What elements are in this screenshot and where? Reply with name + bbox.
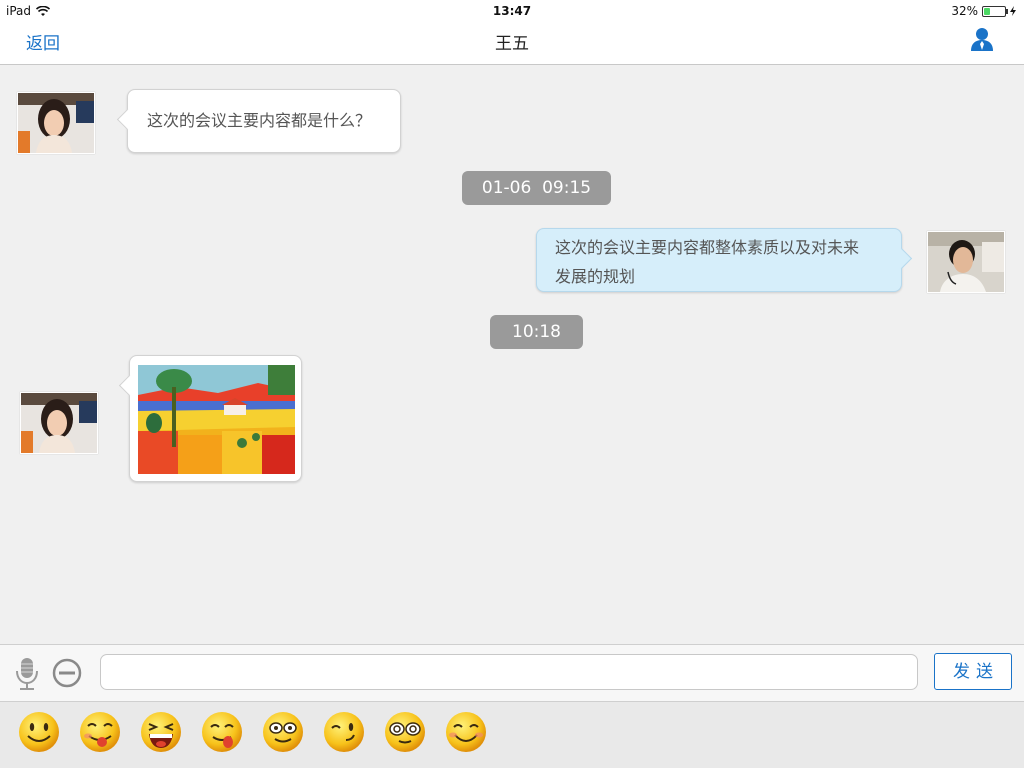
minus-circle-icon[interactable] [52, 658, 82, 688]
yum-emoji-icon[interactable] [200, 710, 244, 754]
timestamp-badge: 10:18 [490, 315, 583, 349]
tongue-emoji-icon[interactable] [78, 710, 122, 754]
message-bubble-received[interactable]: 这次的会议主要内容都是什么？ [127, 89, 401, 153]
my-avatar[interactable] [927, 231, 1005, 293]
person-icon[interactable] [968, 25, 996, 53]
timestamp-badge: 01-06 09:15 [462, 171, 611, 205]
woman-photo-icon [21, 393, 97, 453]
laughing-emoji-icon[interactable] [139, 710, 183, 754]
microphone-icon[interactable] [14, 657, 40, 691]
nav-bar: 返回 王五 [0, 22, 1024, 65]
message-text-line-2: 发展的规划 [555, 267, 636, 286]
charging-icon [1010, 6, 1016, 16]
wink-emoji-icon[interactable] [322, 710, 366, 754]
status-bar: iPad 13:47 32% [0, 0, 1024, 22]
woman-photo-icon [18, 93, 94, 153]
surprised-emoji-icon[interactable] [261, 710, 305, 754]
smile-emoji-icon[interactable] [17, 710, 61, 754]
man-photo-icon [928, 232, 1004, 292]
battery-percent: 32% [951, 4, 978, 18]
battery-icon [982, 5, 1008, 17]
status-time: 13:47 [492, 4, 532, 18]
contact-avatar[interactable] [20, 392, 98, 454]
contact-avatar[interactable] [17, 92, 95, 154]
message-bubble-sent[interactable]: 这次的会议主要内容都整体素质以及对未来 发展的规划 [536, 228, 902, 292]
landscape-painting-image[interactable] [138, 365, 295, 474]
page-title: 王五 [495, 34, 529, 54]
message-text: 这次的会议主要内容都是什么？ [147, 111, 372, 130]
dizzy-eyes-emoji-icon[interactable] [383, 710, 427, 754]
composer-bar: 发送 [0, 644, 1024, 702]
message-input[interactable] [100, 654, 918, 690]
back-button[interactable]: 返回 [26, 29, 60, 54]
message-text-line-1: 这次的会议主要内容都整体素质以及对未来 [555, 238, 860, 257]
send-button[interactable]: 发送 [934, 653, 1012, 690]
image-message-bubble[interactable] [129, 355, 302, 482]
grin-emoji-icon[interactable] [444, 710, 488, 754]
emoji-tray [0, 702, 1024, 768]
